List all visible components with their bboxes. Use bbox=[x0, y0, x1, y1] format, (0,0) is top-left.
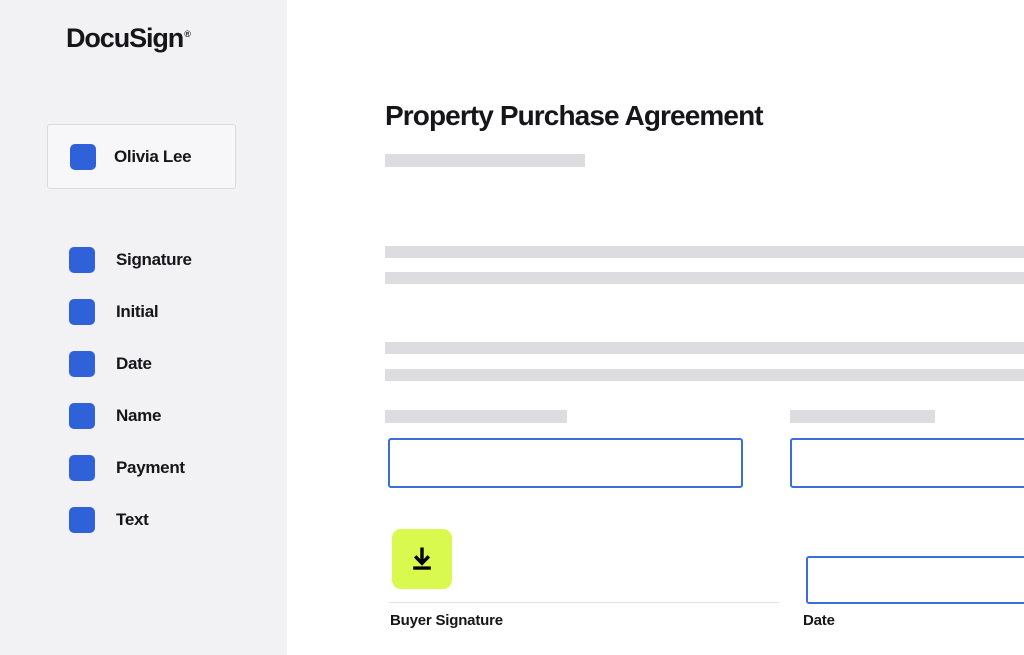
subtitle-placeholder-bar bbox=[385, 154, 585, 167]
buyer-signature-caption: Buyer Signature bbox=[390, 612, 503, 629]
field-tool-list: Signature Initial Date Name Payment Text bbox=[69, 247, 192, 533]
document-canvas: Property Purchase Agreement Buyer Signat… bbox=[287, 0, 1024, 655]
field-tool-label: Name bbox=[116, 406, 162, 425]
download-arrow-icon bbox=[407, 544, 437, 574]
date-caption: Date bbox=[803, 612, 835, 629]
trademark-mark: ® bbox=[184, 29, 191, 39]
field-tool-label: Initial bbox=[116, 302, 159, 321]
field-tool-date[interactable]: Date bbox=[69, 351, 192, 377]
paragraph-placeholder-bar bbox=[385, 272, 1024, 284]
field-tool-signature[interactable]: Signature bbox=[69, 247, 192, 273]
brand-name: DocuSign bbox=[66, 23, 184, 53]
field-tool-label: Date bbox=[116, 354, 152, 373]
blue-square-icon bbox=[69, 507, 95, 533]
date-input[interactable] bbox=[806, 556, 1024, 604]
field-tool-initial[interactable]: Initial bbox=[69, 299, 192, 325]
field-tool-payment[interactable]: Payment bbox=[69, 455, 192, 481]
recipient-color-swatch-icon bbox=[70, 143, 96, 170]
buyer-name-input[interactable] bbox=[388, 438, 743, 488]
recipient-card[interactable]: Olivia Lee bbox=[47, 124, 236, 189]
sidebar: DocuSign® Olivia Lee Signature Initial D… bbox=[0, 0, 287, 655]
paragraph-placeholder-bar bbox=[385, 246, 1024, 258]
blue-square-icon bbox=[69, 455, 95, 481]
seller-name-input[interactable] bbox=[790, 438, 1024, 488]
field-label-placeholder-bar bbox=[790, 410, 935, 423]
field-tool-label: Signature bbox=[116, 250, 192, 269]
buyer-signature-button[interactable] bbox=[392, 529, 452, 589]
field-tool-label: Payment bbox=[116, 458, 185, 477]
blue-square-icon bbox=[69, 351, 95, 377]
docusign-app: DocuSign® Olivia Lee Signature Initial D… bbox=[0, 0, 1024, 655]
docusign-logo: DocuSign® bbox=[66, 25, 191, 52]
signature-divider bbox=[389, 602, 779, 603]
field-tool-text[interactable]: Text bbox=[69, 507, 192, 533]
field-tool-label: Text bbox=[116, 510, 149, 529]
blue-square-icon bbox=[69, 247, 95, 273]
page-title: Property Purchase Agreement bbox=[385, 100, 764, 131]
blue-square-icon bbox=[69, 403, 95, 429]
blue-square-icon bbox=[69, 299, 95, 325]
paragraph-placeholder-bar bbox=[385, 369, 1024, 381]
recipient-name: Olivia Lee bbox=[114, 146, 192, 166]
field-label-placeholder-bar bbox=[385, 410, 567, 423]
field-tool-name[interactable]: Name bbox=[69, 403, 192, 429]
paragraph-placeholder-bar bbox=[385, 342, 1024, 354]
